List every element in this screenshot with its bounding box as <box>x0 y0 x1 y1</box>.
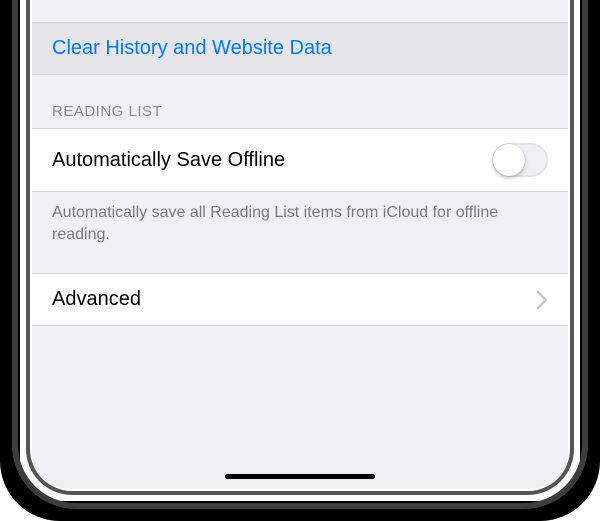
toggle-knob <box>493 144 525 176</box>
reading-list-header: Reading List <box>32 75 568 128</box>
auto-save-offline-toggle[interactable] <box>492 143 548 177</box>
advanced-label: Advanced <box>52 288 141 311</box>
settings-screen: Clear History and Website Data Reading L… <box>32 0 568 489</box>
reading-list-footer: Automatically save all Reading List item… <box>32 192 568 273</box>
advanced-row[interactable]: Advanced <box>32 273 568 326</box>
clear-history-row[interactable]: Clear History and Website Data <box>32 22 568 75</box>
bottom-spacer <box>32 326 568 416</box>
auto-save-offline-label: Automatically Save Offline <box>52 149 285 172</box>
home-indicator[interactable] <box>225 474 375 479</box>
chevron-right-icon <box>536 290 548 310</box>
auto-save-offline-row: Automatically Save Offline <box>32 128 568 192</box>
clear-history-label: Clear History and Website Data <box>52 37 332 60</box>
